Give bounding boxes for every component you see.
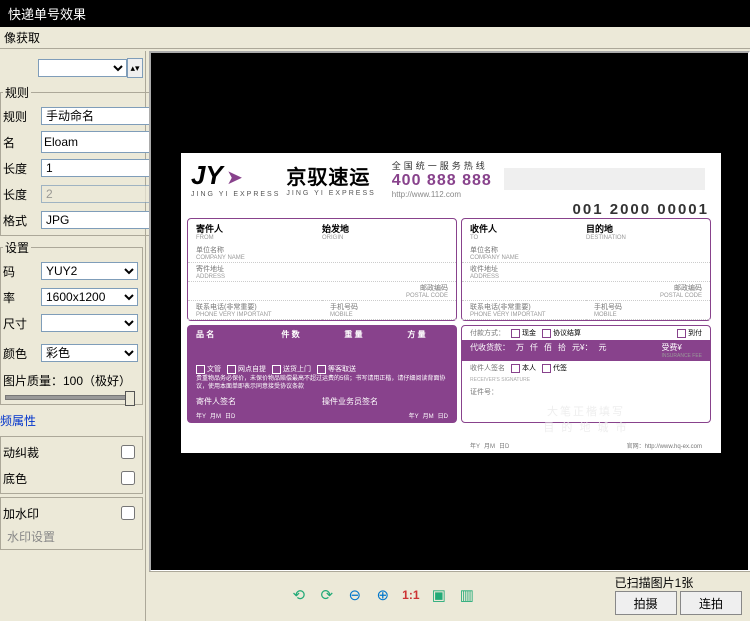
rate-select[interactable]: 1600x1200 <box>41 288 138 306</box>
bottom-toolbar: ⟲ ⟳ ⊖ ⊕ 1:1 ▣ ▥ 已扫描图片1张 拍摄 连拍 <box>149 571 750 617</box>
continuous-button[interactable]: 连拍 <box>680 591 742 615</box>
side-panel: ▴▾ 规则 规则 手动命名 名 长度 1 ▴▾ 长度 2 ▴▾ 格式 JPG 设… <box>0 51 146 621</box>
size-select[interactable] <box>41 314 138 332</box>
rules-legend: 规则 <box>3 84 31 101</box>
stepper-arrow[interactable]: ▴▾ <box>127 58 143 78</box>
logo-text: JY <box>191 160 223 190</box>
zoom-out-icon[interactable]: ⊖ <box>344 584 366 606</box>
settings-legend: 设置 <box>3 239 31 256</box>
adv-props-link[interactable]: 频属性 <box>0 408 145 433</box>
zoom-actual-icon[interactable]: 1:1 <box>400 584 422 606</box>
watermark-checkbox[interactable] <box>121 506 135 520</box>
fit-icon[interactable]: ▣ <box>428 584 450 606</box>
shoot-button[interactable]: 拍摄 <box>615 591 677 615</box>
scan-count: 已扫描图片1张 <box>615 574 736 591</box>
crop-checkbox[interactable] <box>121 445 135 459</box>
basecolor-checkbox[interactable] <box>121 471 135 485</box>
blank-select[interactable] <box>38 59 127 77</box>
code-select[interactable]: YUY2 <box>41 262 138 280</box>
rotate-right-icon[interactable]: ⟳ <box>316 584 338 606</box>
fit2-icon[interactable]: ▥ <box>456 584 478 606</box>
quality-label: 图片质量：100（极好） <box>3 370 140 391</box>
logo-arrow-icon: ➤ <box>226 167 243 189</box>
window-title: 快递单号效果 <box>0 0 750 27</box>
color-select[interactable]: 彩色 <box>41 344 138 362</box>
awb-number: 001 2000 00001 <box>573 201 709 218</box>
preview-area: JY ➤ JING YI EXPRESS 京驭速运 JING YI EXPRES… <box>149 51 750 572</box>
quality-slider[interactable] <box>5 395 132 400</box>
waybill-document: JY ➤ JING YI EXPRESS 京驭速运 JING YI EXPRES… <box>181 153 721 453</box>
watermark-settings-link[interactable]: 水印设置 <box>3 526 140 547</box>
menu-capture[interactable]: 像获取 <box>0 27 750 49</box>
zoom-in-icon[interactable]: ⊕ <box>372 584 394 606</box>
barcode-placeholder <box>504 168 705 190</box>
rotate-left-icon[interactable]: ⟲ <box>288 584 310 606</box>
